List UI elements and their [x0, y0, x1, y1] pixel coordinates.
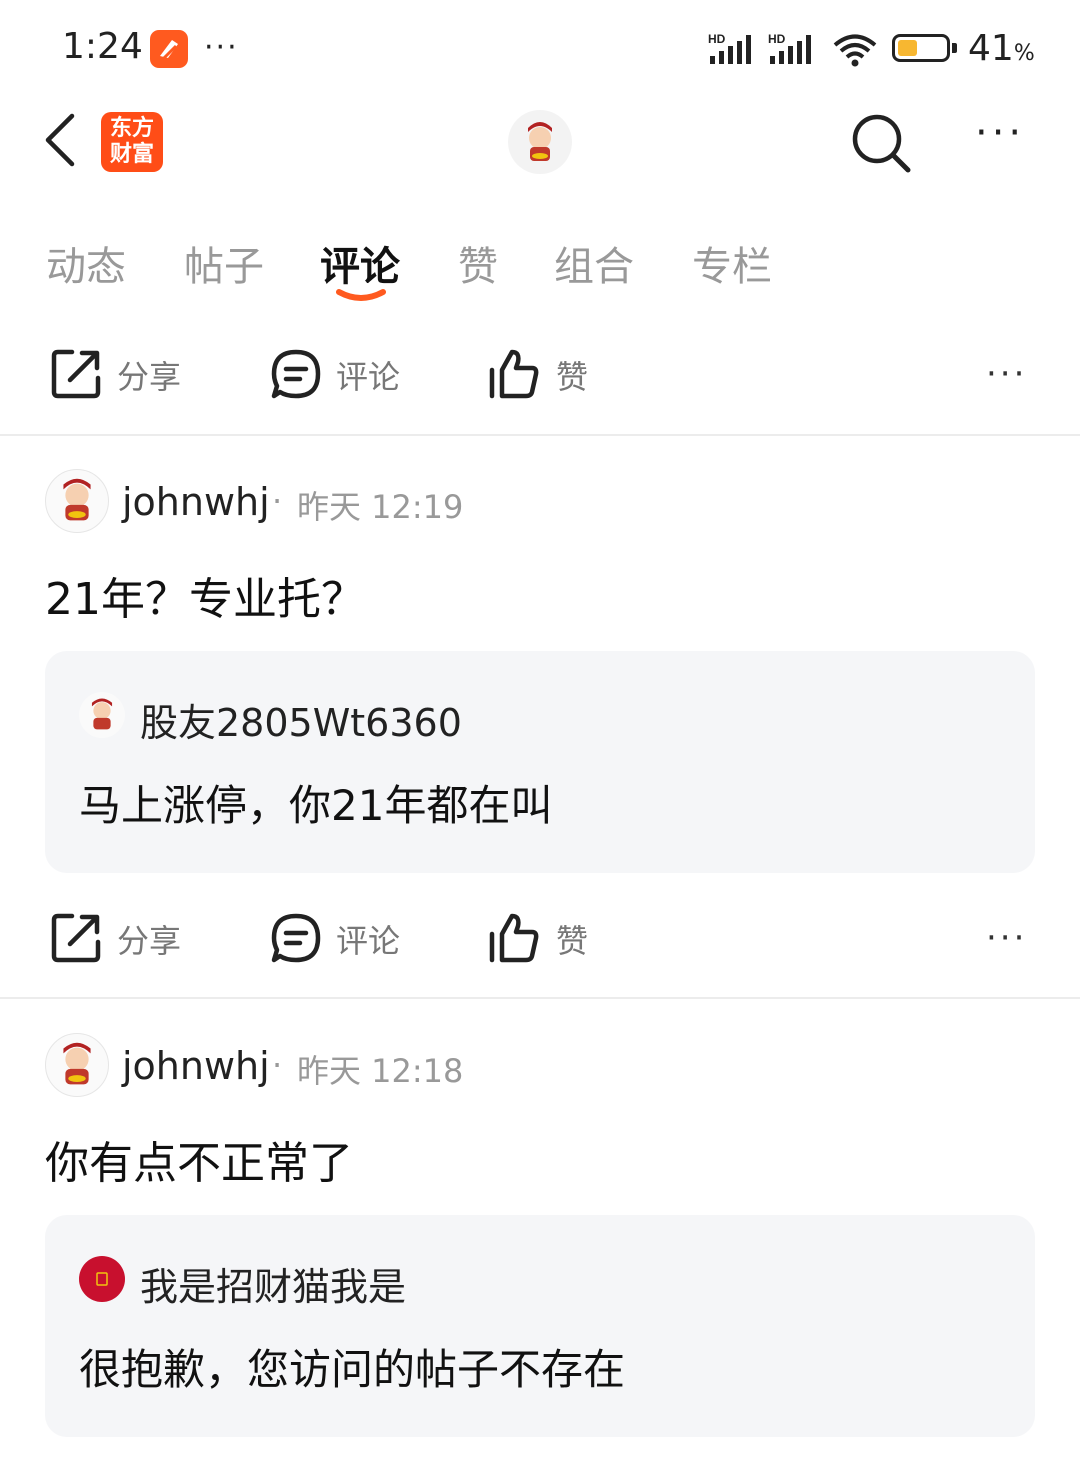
avatar[interactable]	[45, 1033, 109, 1097]
wifi-icon	[832, 32, 878, 72]
like-icon[interactable]	[488, 912, 540, 964]
tab-comments[interactable]: 评论	[320, 234, 400, 292]
quoted-comment[interactable]	[45, 1215, 1035, 1437]
search-button[interactable]	[850, 112, 912, 174]
logo-text-top: 东方	[109, 116, 154, 141]
comment-content[interactable]: 你有点不正常了	[45, 1127, 353, 1191]
app-logo[interactable]: 东方 财富	[101, 112, 163, 172]
quote-text: 马上涨停，你21年都在叫	[79, 781, 553, 830]
tab-dongtai[interactable]: 动态	[46, 234, 126, 292]
tab-portfolio[interactable]: 组合	[554, 234, 634, 292]
quote-avatar	[79, 1256, 125, 1302]
tab-posts[interactable]: 帖子	[184, 234, 264, 292]
meta-separator: ·	[272, 482, 283, 520]
comment-icon[interactable]	[270, 348, 322, 400]
battery-percent: 41%	[968, 28, 1035, 69]
avatar[interactable]	[45, 469, 109, 533]
logo-text-bottom: 财富	[109, 142, 154, 167]
battery-level-fill	[898, 40, 917, 56]
cellular-signal-icon-2: HD	[768, 32, 818, 66]
svg-text:HD: HD	[708, 32, 726, 46]
share-icon[interactable]	[50, 912, 102, 964]
status-more-icon: ···	[204, 30, 239, 65]
cellular-signal-icon: HD	[708, 32, 758, 66]
profile-avatar[interactable]	[508, 110, 572, 174]
share-button[interactable]: 分享	[117, 916, 181, 962]
quote-avatar	[79, 692, 125, 738]
comment-icon[interactable]	[270, 912, 322, 964]
quote-text: 很抱歉，您访问的帖子不存在	[79, 1345, 626, 1394]
status-time: 1:24	[62, 26, 143, 67]
comment-button[interactable]: 评论	[336, 352, 400, 398]
comment-username[interactable]: johnwhj	[122, 1044, 270, 1088]
quote-username[interactable]: 股友2805Wt6360	[140, 692, 462, 747]
svg-text:HD: HD	[768, 32, 786, 46]
battery-icon	[892, 34, 950, 62]
tab-likes[interactable]: 赞	[458, 234, 498, 292]
comment-username[interactable]: johnwhj	[122, 480, 270, 524]
like-icon[interactable]	[488, 348, 540, 400]
comment-content[interactable]: 21年？专业托？	[45, 563, 365, 627]
more-options-button[interactable]: ···	[975, 110, 1025, 156]
post-more-button[interactable]: ···	[986, 354, 1027, 394]
divider	[0, 997, 1080, 999]
comment-time: 昨天 12:18	[297, 1052, 464, 1090]
quote-username[interactable]: 我是招财猫我是	[140, 1256, 406, 1311]
like-button[interactable]: 赞	[556, 352, 588, 398]
tab-column[interactable]: 专栏	[692, 234, 772, 292]
share-button[interactable]: 分享	[117, 352, 181, 398]
comment-time: 昨天 12:19	[297, 488, 464, 526]
comment-button[interactable]: 评论	[336, 916, 400, 962]
battery-cap	[952, 43, 957, 53]
share-icon[interactable]	[50, 348, 102, 400]
post-more-button[interactable]: ···	[986, 918, 1027, 958]
quoted-comment[interactable]	[45, 651, 1035, 873]
like-button[interactable]: 赞	[556, 916, 588, 962]
active-tab-indicator	[336, 286, 386, 306]
divider	[0, 434, 1080, 436]
meta-separator: ·	[272, 1046, 283, 1084]
notification-app-icon	[150, 30, 188, 68]
back-button[interactable]	[38, 110, 88, 170]
